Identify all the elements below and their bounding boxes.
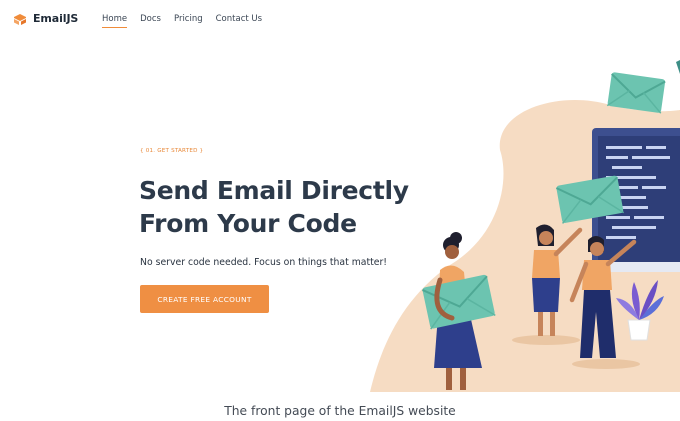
hero-eyebrow: { 01. GET STARTED } [140, 148, 204, 154]
emailjs-logo-icon [13, 11, 27, 25]
create-free-account-button[interactable]: CREATE FREE ACCOUNT [140, 285, 269, 313]
nav-links: Home Docs Pricing Contact Us [102, 14, 262, 28]
nav-link-contact-us[interactable]: Contact Us [216, 14, 262, 28]
nav-link-pricing[interactable]: Pricing [174, 14, 203, 28]
logo[interactable]: EmailJS [13, 11, 78, 25]
logo-text: EmailJS [33, 11, 79, 25]
top-navigation: EmailJS Home Docs Pricing Contact Us [0, 0, 680, 38]
nav-link-docs[interactable]: Docs [140, 14, 161, 28]
nav-link-home[interactable]: Home [102, 14, 128, 28]
emailjs-homepage: EmailJS Home Docs Pricing Contact Us { 0… [0, 0, 680, 392]
hero-illustration [370, 60, 680, 392]
hero-subtext: No server code needed. Focus on things t… [140, 257, 388, 268]
image-caption: The front page of the EmailJS website [224, 404, 456, 418]
